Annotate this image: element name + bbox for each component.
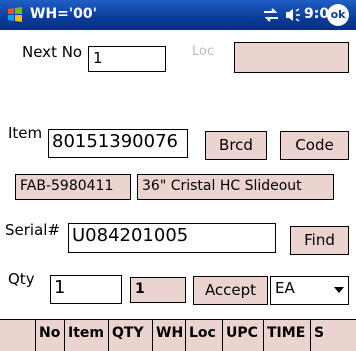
volume-icon[interactable] [284,7,302,23]
connectivity-icon[interactable] [262,7,280,23]
chevron-down-icon [334,287,344,293]
grid-header: No Item QTY WH Loc UPC TIME S [0,319,356,351]
qty-label: Qty [8,270,35,288]
find-button[interactable]: Find [290,226,349,255]
grid-col-s[interactable]: S [311,320,356,351]
grid-col-select[interactable] [0,320,36,351]
grid-col-qty[interactable]: QTY [109,320,153,351]
code-button[interactable]: Code [280,131,349,160]
title-bar: WH='00' 9:03 ok [0,0,356,30]
qty-input[interactable]: 1 [50,275,122,304]
loc-input [234,42,349,73]
part-description-box: 36" Cristal HC Slideout [137,174,334,200]
qty-box: 1 [130,277,186,303]
part-code-box: FAB-5980411 [15,174,131,200]
grid-col-wh[interactable]: WH [153,320,186,351]
windows-start-icon[interactable] [6,6,24,24]
brcd-button[interactable]: Brcd [205,131,267,160]
serial-label: Serial# [5,221,61,239]
grid-col-no[interactable]: No [36,320,65,351]
grid-col-item[interactable]: Item [65,320,109,351]
uom-selected-value: EA [275,279,295,297]
window-title: WH='00' [30,6,97,22]
next-no-label: Next No [22,43,83,61]
next-no-input[interactable]: 1 [88,46,166,72]
grid-col-loc[interactable]: Loc [186,320,223,351]
item-input[interactable]: 80151390076 [48,129,188,158]
grid-col-upc[interactable]: UPC [223,320,264,351]
serial-input[interactable]: U084201005 [68,223,276,253]
loc-label: Loc [192,44,215,59]
grid-col-time[interactable]: TIME [264,320,311,351]
item-label: Item [8,124,43,142]
accept-button[interactable]: Accept [193,276,268,305]
ok-button[interactable]: ok [327,4,349,26]
uom-select[interactable]: EA [270,276,349,305]
